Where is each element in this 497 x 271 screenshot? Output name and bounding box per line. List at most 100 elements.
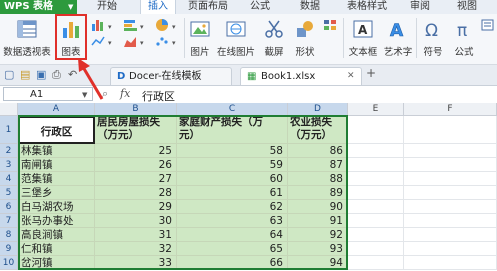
property-loss-cell[interactable]: 63 [177,214,288,228]
district-name-cell[interactable]: 仁和镇 [18,242,95,256]
formula-content[interactable]: 行政区 [142,88,175,104]
row-header[interactable]: 1 [0,116,18,144]
housing-loss-cell[interactable]: 33 [95,256,177,270]
word-art-button[interactable]: A 艺术字 [381,14,415,64]
print-icon[interactable]: ⎙ [52,68,61,82]
column-header-c[interactable]: C [177,103,288,116]
agriculture-loss-cell[interactable]: 93 [288,242,348,256]
housing-loss-cell[interactable]: 26 [95,158,177,172]
screenshot-button[interactable]: 截屏 [258,14,290,64]
empty-cell[interactable] [404,186,497,200]
agriculture-loss-cell[interactable]: 91 [288,214,348,228]
empty-cell[interactable] [404,256,497,270]
column-header-b[interactable]: B [95,103,177,116]
wps-app-menu-button[interactable]: WPS 表格 ▼ [0,0,77,14]
more-tools-button[interactable] [480,18,496,32]
new-tab-icon[interactable]: + [366,66,376,80]
district-name-cell[interactable]: 岔河镇 [18,256,95,270]
row-header[interactable]: 9 [0,242,18,256]
property-loss-cell[interactable]: 61 [177,186,288,200]
property-loss-cell[interactable]: 65 [177,242,288,256]
housing-loss-cell[interactable]: 25 [95,144,177,158]
pie-chart-dropdown-icon[interactable]: ▾ [154,18,182,32]
empty-cell[interactable] [404,214,497,228]
agriculture-loss-cell[interactable]: 88 [288,172,348,186]
district-name-cell[interactable]: 白马湖农场 [18,200,95,214]
select-all-corner[interactable] [0,103,18,116]
district-name-cell[interactable]: 高良涧镇 [18,228,95,242]
area-chart-dropdown-icon[interactable]: ▾ [122,34,152,48]
property-loss-cell[interactable]: 59 [177,158,288,172]
property-loss-cell[interactable]: 64 [177,228,288,242]
row-header[interactable]: 5 [0,186,18,200]
empty-cell[interactable] [348,200,404,214]
cell-c1[interactable]: 家庭财产损失（万 元） [177,116,288,144]
line-chart-dropdown-icon[interactable]: ▾ [90,34,120,48]
tab-review[interactable]: 审阅 [405,0,435,14]
online-picture-button[interactable]: 在线图片 [214,14,258,64]
doc-tab-docer[interactable]: D Docer-在线模板 [110,67,232,85]
cell-f1[interactable] [404,116,497,144]
property-loss-cell[interactable]: 62 [177,200,288,214]
empty-cell[interactable] [348,186,404,200]
cell-e1[interactable] [348,116,404,144]
housing-loss-cell[interactable]: 29 [95,200,177,214]
symbol-button[interactable]: Ω 符号 [418,14,448,64]
empty-cell[interactable] [348,158,404,172]
row-header[interactable]: 7 [0,214,18,228]
empty-cell[interactable] [348,228,404,242]
close-icon[interactable]: ✕ [347,68,355,85]
tab-page-layout[interactable]: 页面布局 [182,0,234,14]
empty-cell[interactable] [348,256,404,270]
row-header[interactable]: 4 [0,172,18,186]
agriculture-loss-cell[interactable]: 90 [288,200,348,214]
cell-d1[interactable]: 农业损失 （万元） [288,116,348,144]
row-header[interactable]: 2 [0,144,18,158]
column-header-a[interactable]: A [18,103,95,116]
tab-insert[interactable]: 插入 [140,0,176,14]
housing-loss-cell[interactable]: 32 [95,242,177,256]
cell-b1[interactable]: 居民房屋损失 （万元） [95,116,177,144]
empty-cell[interactable] [348,214,404,228]
open-folder-icon[interactable]: ▤ [20,68,30,81]
empty-cell[interactable] [348,172,404,186]
empty-cell[interactable] [348,242,404,256]
equation-button[interactable]: π 公式 [450,14,478,64]
agriculture-loss-cell[interactable]: 86 [288,144,348,158]
tab-data[interactable]: 数据 [295,0,325,14]
property-loss-cell[interactable]: 66 [177,256,288,270]
shapes-button[interactable]: 形状 [290,14,320,64]
empty-cell[interactable] [404,228,497,242]
empty-cell[interactable] [404,158,497,172]
district-name-cell[interactable]: 三堡乡 [18,186,95,200]
row-header[interactable]: 3 [0,158,18,172]
tab-home[interactable]: 开始 [90,0,124,14]
agriculture-loss-cell[interactable]: 92 [288,228,348,242]
empty-cell[interactable] [404,242,497,256]
empty-cell[interactable] [348,144,404,158]
tab-formulas[interactable]: 公式 [245,0,275,14]
agriculture-loss-cell[interactable]: 89 [288,186,348,200]
picture-button[interactable]: 图片 [186,14,214,64]
tab-table-style[interactable]: 表格样式 [340,0,394,14]
scatter-chart-dropdown-icon[interactable]: ▾ [154,34,182,48]
empty-cell[interactable] [404,200,497,214]
bar-chart-dropdown-icon[interactable]: ▾ [122,18,152,32]
property-loss-cell[interactable]: 58 [177,144,288,158]
housing-loss-cell[interactable]: 28 [95,186,177,200]
district-name-cell[interactable]: 范集镇 [18,172,95,186]
empty-cell[interactable] [404,144,497,158]
row-header[interactable]: 8 [0,228,18,242]
district-name-cell[interactable]: 林集镇 [18,144,95,158]
empty-cell[interactable] [404,172,497,186]
housing-loss-cell[interactable]: 30 [95,214,177,228]
housing-loss-cell[interactable]: 31 [95,228,177,242]
district-name-cell[interactable]: 南闸镇 [18,158,95,172]
row-header[interactable]: 10 [0,256,18,270]
save-icon[interactable]: ▣ [36,68,46,81]
column-header-f[interactable]: F [404,103,497,116]
district-name-cell[interactable]: 张马办事处 [18,214,95,228]
property-loss-cell[interactable]: 60 [177,172,288,186]
tab-view[interactable]: 视图 [452,0,482,14]
pivot-table-button[interactable]: 数据透视表 [2,14,52,64]
